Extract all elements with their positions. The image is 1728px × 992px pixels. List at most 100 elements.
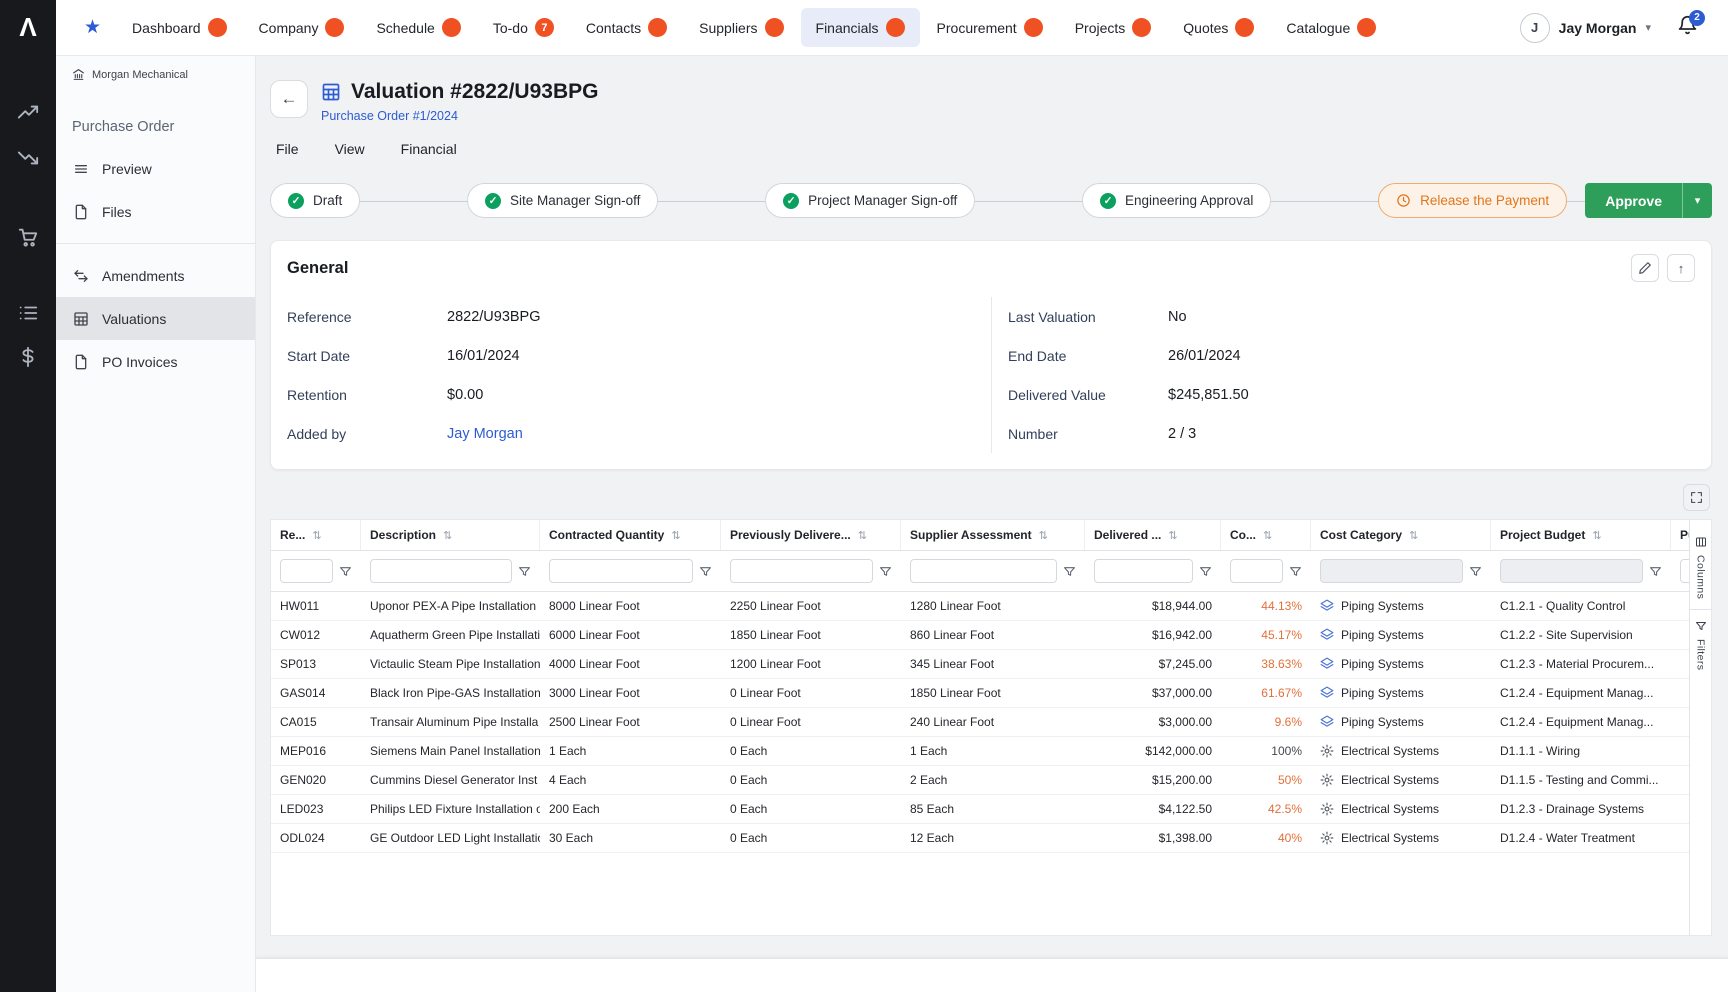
nav-item-to-do[interactable]: To-do7: [478, 8, 569, 47]
cell-contracted-quantity: 30 Each: [540, 831, 721, 845]
sidebar-item-amendments[interactable]: Amendments: [56, 254, 255, 297]
funnel-icon[interactable]: [1469, 565, 1482, 578]
table-row[interactable]: MEP016 Siemens Main Panel Installation 1…: [271, 737, 1689, 766]
table-row[interactable]: CW012 Aquatherm Green Pipe Installati 60…: [271, 621, 1689, 650]
workflow-step-draft[interactable]: ✓Draft: [270, 183, 360, 218]
workflow-step-project-manager-sign-off[interactable]: ✓Project Manager Sign-off: [765, 183, 975, 218]
funnel-icon[interactable]: [1199, 565, 1212, 578]
funnel-icon[interactable]: [339, 565, 352, 578]
expand-table-button[interactable]: [1683, 484, 1710, 511]
nav-item-company[interactable]: Company: [244, 8, 360, 47]
column-header-delivered[interactable]: Delivered ...⇅: [1085, 520, 1221, 550]
table-row[interactable]: CA015 Transair Aluminum Pipe Installa 25…: [271, 708, 1689, 737]
nav-item-projects[interactable]: Projects: [1060, 8, 1167, 47]
sort-icon[interactable]: ⇅: [1592, 529, 1601, 542]
list-icon[interactable]: [17, 302, 39, 324]
table-row[interactable]: ODL024 GE Outdoor LED Light Installatio …: [271, 824, 1689, 853]
nav-item-suppliers[interactable]: Suppliers: [684, 8, 798, 47]
app-logo[interactable]: Λ: [0, 0, 56, 56]
sort-icon[interactable]: ⇅: [671, 529, 680, 542]
nav-item-contacts[interactable]: Contacts: [571, 8, 682, 47]
menu-icon: [73, 161, 89, 177]
filter-input[interactable]: [1500, 559, 1643, 583]
table-row[interactable]: SP013 Victaulic Steam Pipe Installation …: [271, 650, 1689, 679]
filter-input[interactable]: [1680, 559, 1689, 583]
funnel-icon[interactable]: [1289, 565, 1302, 578]
filter-input[interactable]: [1094, 559, 1193, 583]
approve-dropdown-button[interactable]: ▾: [1682, 183, 1712, 218]
cell-cost-category: Electrical Systems: [1311, 831, 1491, 845]
menu-financial[interactable]: Financial: [401, 141, 457, 157]
filters-tab[interactable]: Filters: [1690, 609, 1711, 680]
sort-icon[interactable]: ⇅: [858, 529, 867, 542]
menu-view[interactable]: View: [335, 141, 365, 157]
column-header-contracted-quantity[interactable]: Contracted Quantity⇅: [540, 520, 721, 550]
back-button[interactable]: ←: [270, 80, 308, 118]
workflow-step-site-manager-sign-off[interactable]: ✓Site Manager Sign-off: [467, 183, 658, 218]
table-row[interactable]: GAS014 Black Iron Pipe-GAS Installation …: [271, 679, 1689, 708]
column-header-co[interactable]: Co...⇅: [1221, 520, 1311, 550]
filter-input[interactable]: [910, 559, 1057, 583]
menu-file[interactable]: File: [276, 141, 299, 157]
sort-icon[interactable]: ⇅: [443, 529, 452, 542]
column-header-project-budget[interactable]: Project Budget⇅: [1491, 520, 1671, 550]
sidebar-item-preview[interactable]: Preview: [56, 147, 255, 190]
filter-input[interactable]: [549, 559, 693, 583]
column-header-re[interactable]: Re...⇅: [271, 520, 361, 550]
sort-icon[interactable]: ⇅: [1263, 529, 1272, 542]
filter-input[interactable]: [1230, 559, 1283, 583]
nav-item-financials[interactable]: Financials: [801, 8, 920, 47]
nav-item-catalogue[interactable]: Catalogue: [1271, 8, 1391, 47]
favorites-star-icon[interactable]: ★: [84, 16, 101, 39]
user-menu[interactable]: J Jay Morgan ▾: [1520, 13, 1651, 43]
field-value[interactable]: Jay Morgan: [447, 426, 523, 442]
funnel-icon[interactable]: [879, 565, 892, 578]
sort-icon[interactable]: ⇅: [312, 529, 321, 542]
table-row[interactable]: GEN020 Cummins Diesel Generator Inst 4 E…: [271, 766, 1689, 795]
sort-icon[interactable]: ⇅: [1168, 529, 1177, 542]
funnel-icon[interactable]: [518, 565, 531, 578]
trending-down-icon[interactable]: [17, 146, 39, 168]
funnel-icon[interactable]: [699, 565, 712, 578]
purchase-order-link[interactable]: Purchase Order #1/2024: [321, 109, 598, 123]
nav-item-dashboard[interactable]: Dashboard: [117, 8, 242, 47]
funnel-icon[interactable]: [1063, 565, 1076, 578]
org-breadcrumb[interactable]: Morgan Mechanical: [56, 56, 255, 91]
edit-button[interactable]: [1631, 254, 1659, 282]
trending-up-icon[interactable]: [17, 102, 39, 124]
table-row[interactable]: LED023 Philips LED Fixture Installation …: [271, 795, 1689, 824]
workflow-step-engineering-approval[interactable]: ✓Engineering Approval: [1082, 183, 1271, 218]
sidebar-item-files[interactable]: Files: [56, 190, 255, 233]
filter-input[interactable]: [730, 559, 873, 583]
column-header-previously-delivere[interactable]: Previously Delivere...⇅: [721, 520, 901, 550]
filter-input[interactable]: [370, 559, 512, 583]
notifications-button[interactable]: 2: [1677, 15, 1698, 41]
cell-completion-percent: 50%: [1221, 773, 1311, 787]
column-header-cost-category[interactable]: Cost Category⇅: [1311, 520, 1491, 550]
table-row[interactable]: HW011 Uponor PEX-A Pipe Installation ( 8…: [271, 592, 1689, 621]
sidebar-item-po-invoices[interactable]: PO Invoices: [56, 340, 255, 383]
cart-icon[interactable]: [17, 226, 39, 248]
funnel-icon[interactable]: [1649, 565, 1662, 578]
cell-description: Cummins Diesel Generator Inst: [361, 773, 540, 787]
nav-item-procurement[interactable]: Procurement: [922, 8, 1058, 47]
field-number: Number2 / 3: [1008, 414, 1695, 453]
nav-item-quotes[interactable]: Quotes: [1168, 8, 1269, 47]
sidebar-item-valuations[interactable]: Valuations: [56, 297, 255, 340]
filter-input[interactable]: [280, 559, 333, 583]
workflow-step-release-the-payment[interactable]: Release the Payment: [1378, 183, 1567, 218]
dollar-icon[interactable]: [17, 346, 39, 368]
cell-completion-percent: 42.5%: [1221, 802, 1311, 816]
collapse-button[interactable]: ↑: [1667, 254, 1695, 282]
nav-item-schedule[interactable]: Schedule: [361, 8, 475, 47]
sort-icon[interactable]: ⇅: [1039, 529, 1048, 542]
column-header-supplier-assessment[interactable]: Supplier Assessment⇅: [901, 520, 1085, 550]
table-scroll-area[interactable]: Re...⇅ Description⇅ Contracted Quantity⇅…: [271, 520, 1689, 935]
columns-tab[interactable]: Columns: [1690, 526, 1711, 609]
filter-input[interactable]: [1320, 559, 1463, 583]
approve-button[interactable]: Approve: [1585, 183, 1682, 218]
sort-icon[interactable]: ⇅: [1409, 529, 1418, 542]
column-header-description[interactable]: Description⇅: [361, 520, 540, 550]
column-header-pu[interactable]: Pu...⇅: [1671, 520, 1689, 550]
cell-supplier-assessment: 240 Linear Foot: [901, 715, 1085, 729]
